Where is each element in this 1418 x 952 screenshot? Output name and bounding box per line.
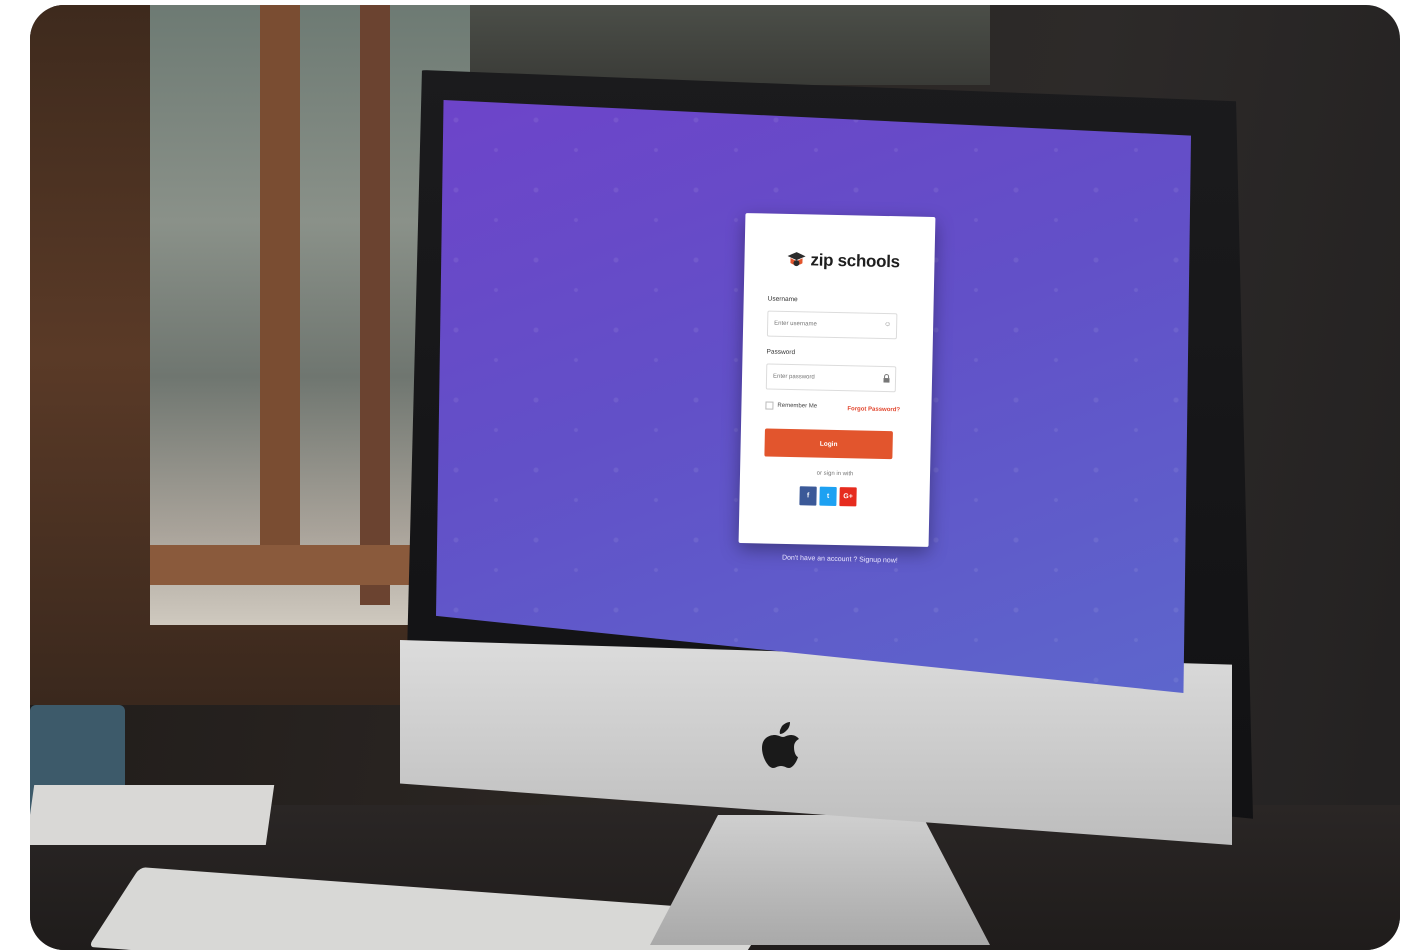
password-field[interactable] [765, 363, 897, 393]
paper-stack [30, 785, 275, 845]
twitter-button[interactable]: t [819, 486, 837, 507]
remember-checkbox[interactable] [765, 401, 774, 410]
apple-logo-icon [762, 722, 799, 768]
google-plus-button[interactable]: G+ [839, 487, 857, 507]
password-label: Password [766, 348, 796, 357]
window-mullion [360, 5, 390, 605]
lock-icon [883, 374, 890, 383]
brand-logo: zip schools [786, 250, 900, 272]
remember-me[interactable]: Remember Me [765, 401, 818, 411]
or-sign-in-text: or sign in with [816, 470, 854, 478]
username-field[interactable]: ☺ [766, 310, 898, 340]
username-label: Username [767, 295, 798, 304]
graduation-cap-icon [787, 252, 806, 267]
forgot-password-link[interactable]: Forgot Password? [847, 406, 900, 413]
facebook-button[interactable]: f [799, 486, 817, 506]
password-input[interactable] [766, 365, 880, 390]
login-card: zip schools Username ☺ Password Remember… [738, 213, 936, 547]
social-login-buttons: f t G+ [799, 486, 857, 507]
remember-label: Remember Me [777, 402, 818, 410]
brand-name: zip schools [810, 250, 900, 272]
user-icon: ☺ [883, 320, 892, 329]
username-input[interactable] [767, 312, 881, 337]
login-button[interactable]: Login [764, 428, 893, 460]
window-top [470, 5, 990, 85]
window-mullion [260, 5, 300, 565]
